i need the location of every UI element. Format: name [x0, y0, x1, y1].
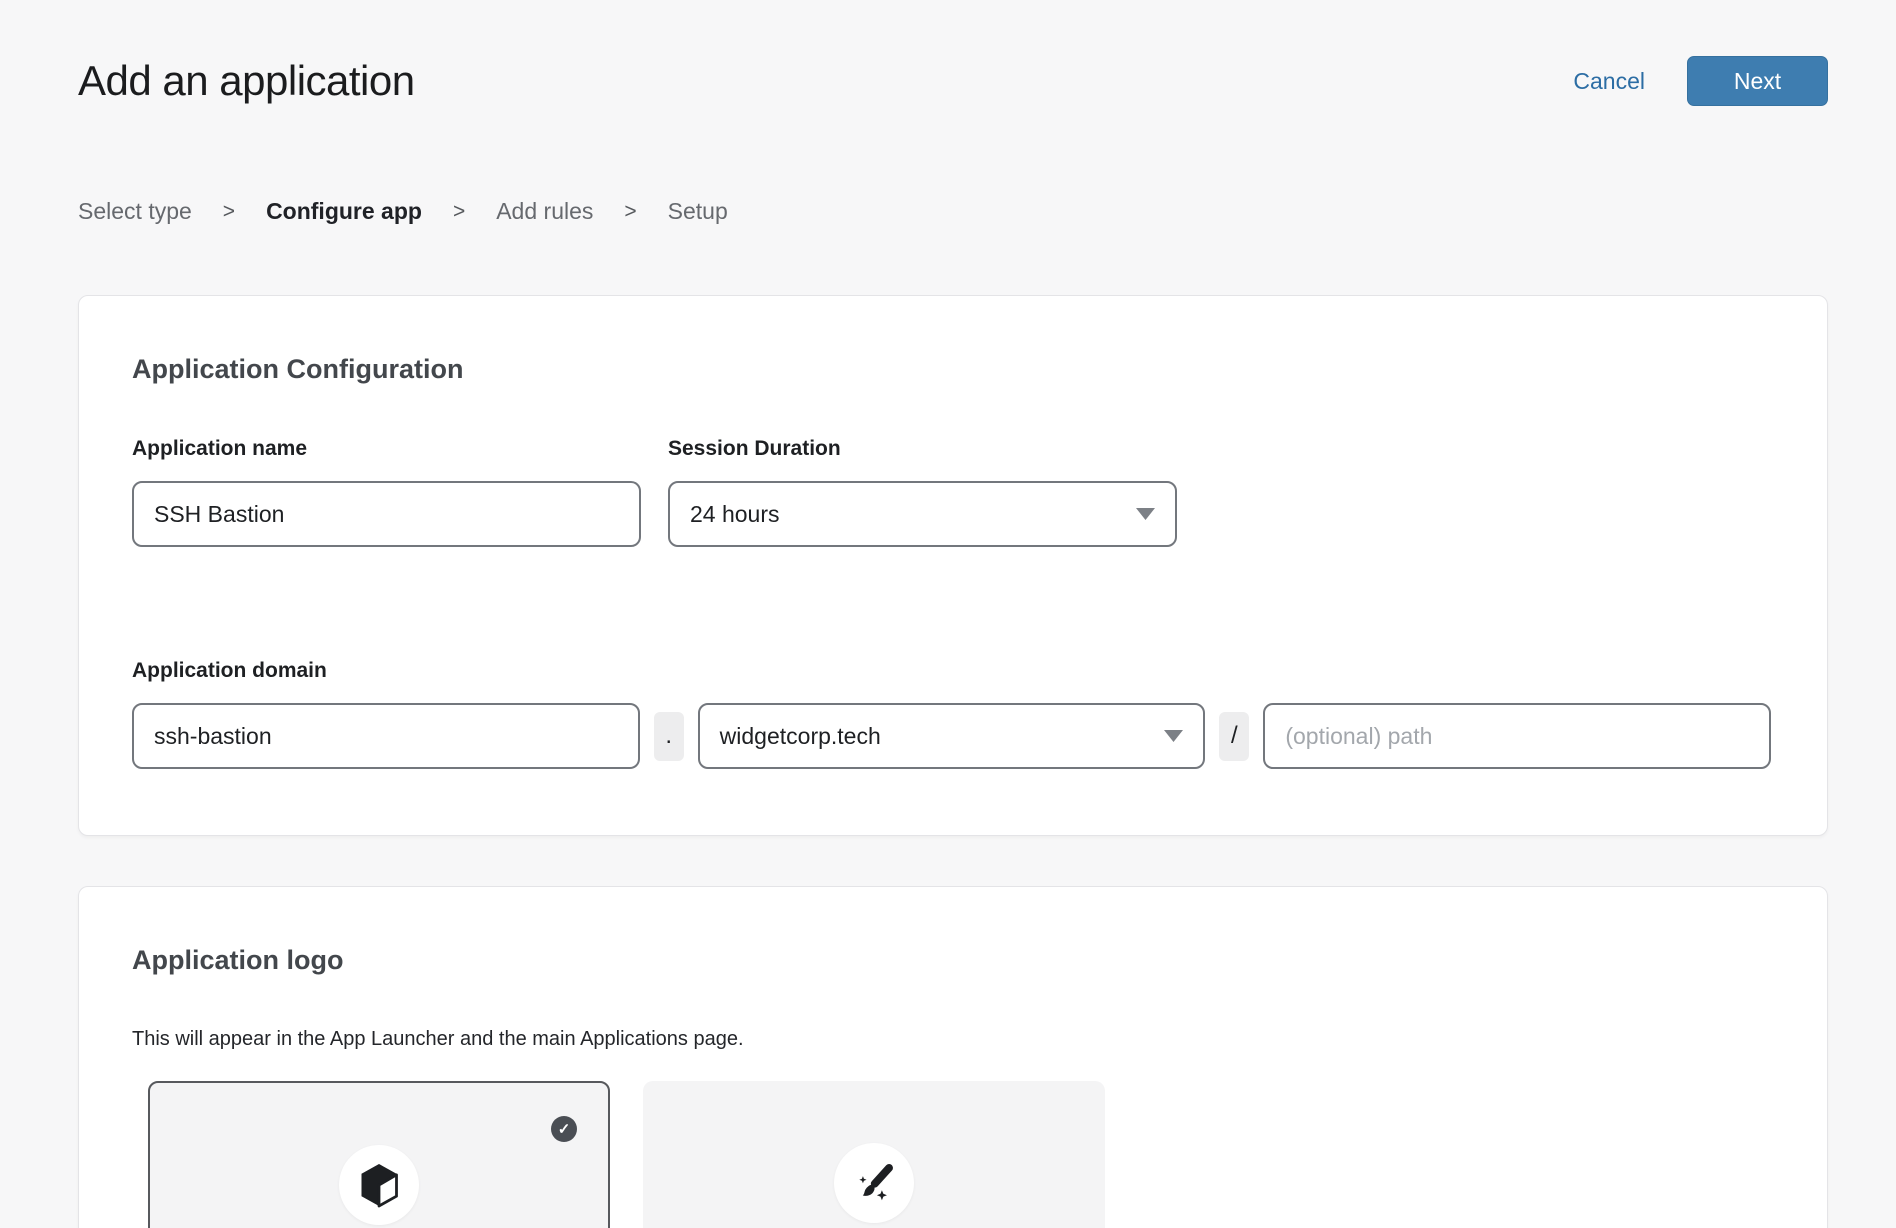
dot-separator: . — [654, 712, 684, 761]
step-select-type[interactable]: Select type — [78, 198, 192, 225]
subdomain-input[interactable] — [132, 703, 640, 769]
path-input[interactable] — [1263, 703, 1771, 769]
next-button[interactable]: Next — [1687, 56, 1828, 106]
application-domain-section: Application domain . widgetcorp.tech / — [132, 659, 1771, 769]
application-name-group: Application name — [132, 437, 641, 547]
name-session-row: Application name Session Duration 24 hou… — [132, 437, 1771, 547]
slash-separator: / — [1219, 712, 1249, 761]
chevron-down-icon — [1164, 730, 1183, 742]
page: Add an application Cancel Next Select ty… — [0, 0, 1896, 1228]
header-actions: Cancel Next — [1573, 56, 1828, 106]
card-application-logo: Application logo This will appear in the… — [78, 886, 1828, 1228]
default-logo-circle — [339, 1145, 419, 1225]
session-duration-label: Session Duration — [668, 437, 1177, 461]
custom-logo-circle — [834, 1143, 914, 1223]
session-duration-group: Session Duration 24 hours — [668, 437, 1177, 547]
breadcrumb-separator: > — [223, 200, 235, 224]
card-application-configuration: Application Configuration Application na… — [78, 295, 1828, 836]
selected-check-badge: ✓ — [551, 1116, 577, 1142]
domain-value: widgetcorp.tech — [720, 723, 881, 750]
domain-select[interactable]: widgetcorp.tech — [698, 703, 1206, 769]
cube-icon — [358, 1162, 400, 1208]
step-add-rules[interactable]: Add rules — [496, 198, 593, 225]
logo-option-default[interactable]: ✓ — [148, 1081, 610, 1228]
application-name-input[interactable] — [132, 481, 641, 547]
header: Add an application Cancel Next — [78, 56, 1828, 106]
logo-heading: Application logo — [132, 945, 1771, 976]
step-setup[interactable]: Setup — [668, 198, 728, 225]
session-duration-select[interactable]: 24 hours — [668, 481, 1177, 547]
breadcrumb: Select type > Configure app > Add rules … — [78, 198, 1828, 225]
check-icon: ✓ — [558, 1120, 571, 1138]
paintbrush-icon — [851, 1160, 897, 1206]
chevron-down-icon — [1136, 508, 1155, 520]
logo-options: ✓ — [148, 1081, 1771, 1228]
application-domain-label: Application domain — [132, 659, 1771, 683]
application-name-label: Application name — [132, 437, 641, 461]
session-duration-value: 24 hours — [690, 501, 780, 528]
logo-option-custom[interactable] — [643, 1081, 1105, 1228]
logo-description: This will appear in the App Launcher and… — [132, 1028, 1771, 1051]
breadcrumb-separator: > — [453, 200, 465, 224]
step-configure-app[interactable]: Configure app — [266, 198, 422, 225]
cancel-button[interactable]: Cancel — [1573, 68, 1645, 95]
page-title: Add an application — [78, 57, 415, 105]
breadcrumb-separator: > — [624, 200, 636, 224]
config-heading: Application Configuration — [132, 354, 1771, 385]
application-domain-row: . widgetcorp.tech / — [132, 703, 1771, 769]
